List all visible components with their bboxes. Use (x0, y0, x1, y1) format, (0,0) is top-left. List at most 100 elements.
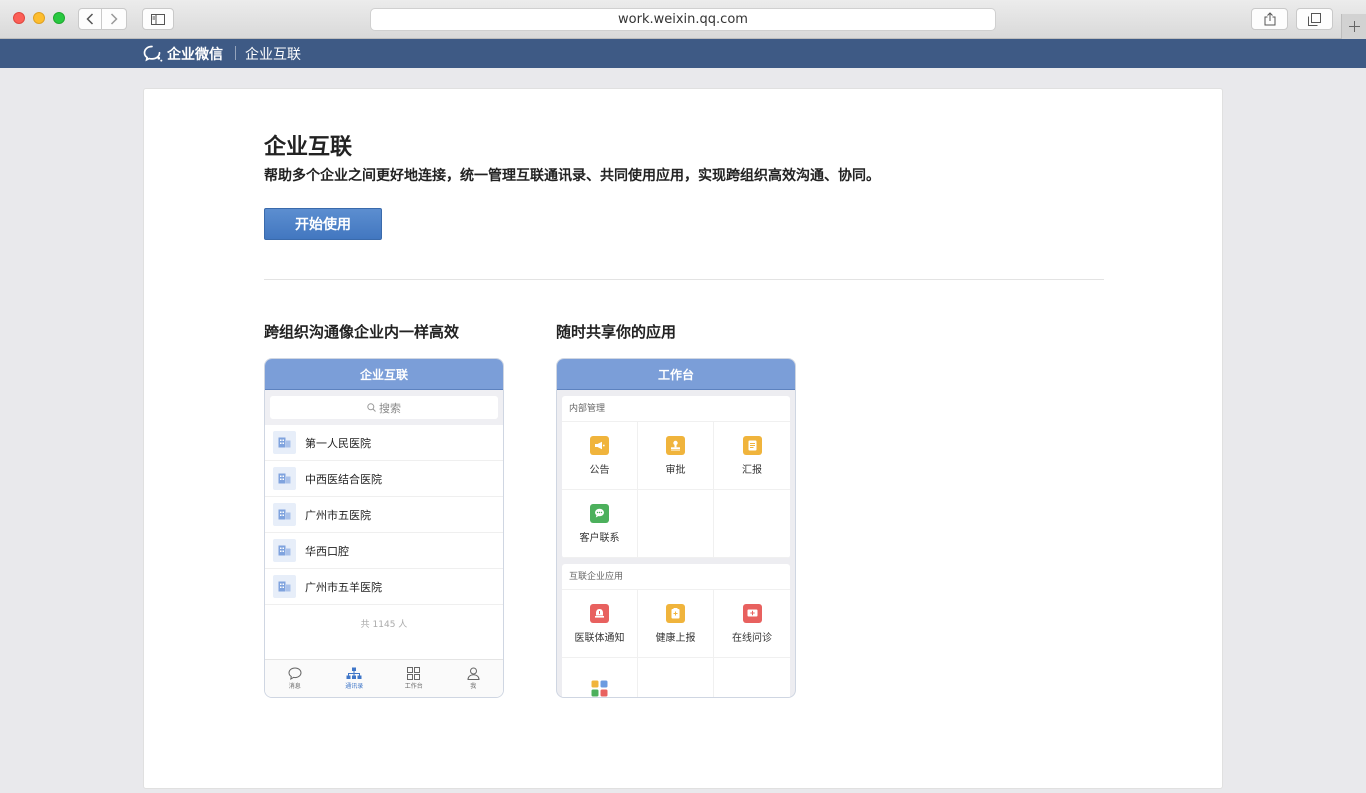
feature-title-communication: 跨组织沟通像企业内一样高效 (264, 323, 460, 341)
phone-header: 工作台 (557, 359, 795, 390)
search-placeholder: 搜索 (379, 401, 401, 415)
page-description: 帮助多个企业之间更好地连接，统一管理互联通讯录、共同使用应用，实现跨组织高效沟通… (264, 168, 880, 184)
search-icon (367, 403, 376, 412)
org-name: 第一人民医院 (305, 436, 371, 450)
org-name: 中西医结合医院 (305, 472, 382, 486)
sidebar-icon (151, 13, 165, 25)
building-icon (273, 575, 296, 598)
app-group-internal: 内部管理 公告 审批 汇报 客户联系 (562, 396, 790, 558)
app-customer-contact: 客户联系 (562, 490, 638, 558)
site-header: 企业微信 企业互联 (0, 39, 1366, 68)
member-total: 共 1145 人 (360, 619, 408, 630)
stamp-icon (666, 435, 685, 455)
address-bar[interactable]: work.weixin.qq.com (370, 8, 996, 31)
group-label: 内部管理 (562, 396, 790, 422)
building-icon (273, 431, 296, 454)
logo-text: 企业微信 (167, 46, 223, 63)
window-minimize-button[interactable] (33, 12, 45, 24)
org-name: 华西口腔 (305, 544, 349, 558)
wecom-logo[interactable]: 企业微信 (143, 44, 223, 63)
share-button[interactable] (1251, 8, 1288, 30)
app-grid: 公告 审批 汇报 客户联系 (562, 422, 790, 558)
app-name: 医联体通知 (574, 632, 625, 644)
report-icon (742, 435, 762, 455)
app-grid-icon (590, 679, 609, 697)
phone-header: 企业互联 (265, 359, 503, 390)
app-more (562, 658, 638, 697)
person-icon (467, 667, 480, 680)
consult-icon (742, 603, 762, 623)
app-grid: 医联体通知 健康上报 在线问诊 (562, 590, 790, 697)
forward-button[interactable] (102, 8, 127, 30)
tab-messages: 消息 (265, 660, 325, 697)
org-list-item: 中西医结合医院 (265, 461, 503, 497)
org-list-item: 广州市五医院 (265, 497, 503, 533)
building-icon (273, 503, 296, 526)
app-empty-slot (714, 658, 790, 697)
app-name: 公告 (589, 464, 610, 476)
app-approval: 审批 (638, 422, 714, 490)
grid-icon (407, 667, 421, 680)
window-close-button[interactable] (13, 12, 25, 24)
app-empty-slot (638, 658, 714, 697)
megaphone-icon (590, 435, 609, 455)
chevron-right-icon (110, 13, 118, 25)
app-empty-slot (638, 490, 714, 558)
app-report: 汇报 (714, 422, 790, 490)
new-tab-button[interactable] (1341, 14, 1366, 39)
app-name: 在线问诊 (732, 632, 772, 644)
org-name: 广州市五医院 (305, 508, 371, 522)
building-icon (273, 467, 296, 490)
app-name: 健康上报 (655, 632, 696, 644)
app-name: 汇报 (742, 464, 762, 476)
app-online-consult: 在线问诊 (714, 590, 790, 658)
chevron-left-icon (86, 13, 94, 25)
org-name: 广州市五羊医院 (305, 580, 382, 594)
content-card: 企业互联 帮助多个企业之间更好地连接，统一管理互联通讯录、共同使用应用，实现跨组… (143, 88, 1223, 789)
url-text: work.weixin.qq.com (618, 12, 748, 27)
org-list-item: 第一人民医院 (265, 425, 503, 461)
phone-tabbar: 消息 通讯录 工作台 我 (265, 659, 503, 697)
tab-label: 我 (470, 683, 477, 690)
show-tabs-button[interactable] (1296, 8, 1333, 30)
app-empty-slot (714, 490, 790, 558)
page-title: 企业互联 (264, 135, 353, 160)
app-alliance-notice: 医联体通知 (562, 590, 638, 658)
alert-icon (590, 603, 609, 623)
app-announcement: 公告 (562, 422, 638, 490)
sidebar-toggle-button[interactable] (142, 8, 174, 30)
chat-bubble-icon (288, 667, 302, 680)
tabs-overview-icon (1308, 12, 1321, 26)
org-chart-icon (346, 667, 362, 679)
tab-workbench: 工作台 (384, 660, 444, 697)
search-input: 搜索 (270, 396, 498, 419)
app-name: 审批 (665, 464, 686, 476)
wecom-logo-icon (143, 45, 163, 62)
app-name: 客户联系 (579, 532, 620, 544)
app-health-report: 健康上报 (638, 590, 714, 658)
app-group-interconnected: 互联企业应用 医联体通知 健康上报 在线问诊 (562, 564, 790, 697)
tab-me: 我 (444, 660, 504, 697)
header-divider (235, 46, 236, 60)
health-icon (666, 603, 685, 623)
section-divider (264, 279, 1104, 280)
share-icon (1264, 12, 1275, 26)
back-button[interactable] (78, 8, 102, 30)
tab-label: 消息 (288, 683, 301, 690)
tab-label: 通讯录 (345, 683, 364, 690)
start-using-button[interactable]: 开始使用 (264, 208, 382, 240)
tab-label: 工作台 (404, 683, 423, 690)
header-section-title: 企业互联 (245, 47, 301, 63)
phone-mockup-workbench: 工作台 内部管理 公告 审批 汇报 客户联系 互联企业应用 医联体通知 健康上报… (556, 358, 796, 698)
org-list-item: 华西口腔 (265, 533, 503, 569)
tab-contacts: 通讯录 (325, 660, 385, 697)
chat-icon (590, 503, 609, 523)
phone-mockup-contacts: 企业互联 搜索 第一人民医院 中西医结合医院 广州市五医院 华西口腔 广州市五羊… (264, 358, 504, 698)
feature-title-apps: 随时共享你的应用 (556, 323, 677, 341)
search-bar: 搜索 (265, 390, 503, 425)
building-icon (273, 539, 296, 562)
org-list-item: 广州市五羊医院 (265, 569, 503, 605)
window-zoom-button[interactable] (53, 12, 65, 24)
group-label: 互联企业应用 (562, 564, 790, 590)
browser-toolbar: work.weixin.qq.com (0, 0, 1366, 39)
